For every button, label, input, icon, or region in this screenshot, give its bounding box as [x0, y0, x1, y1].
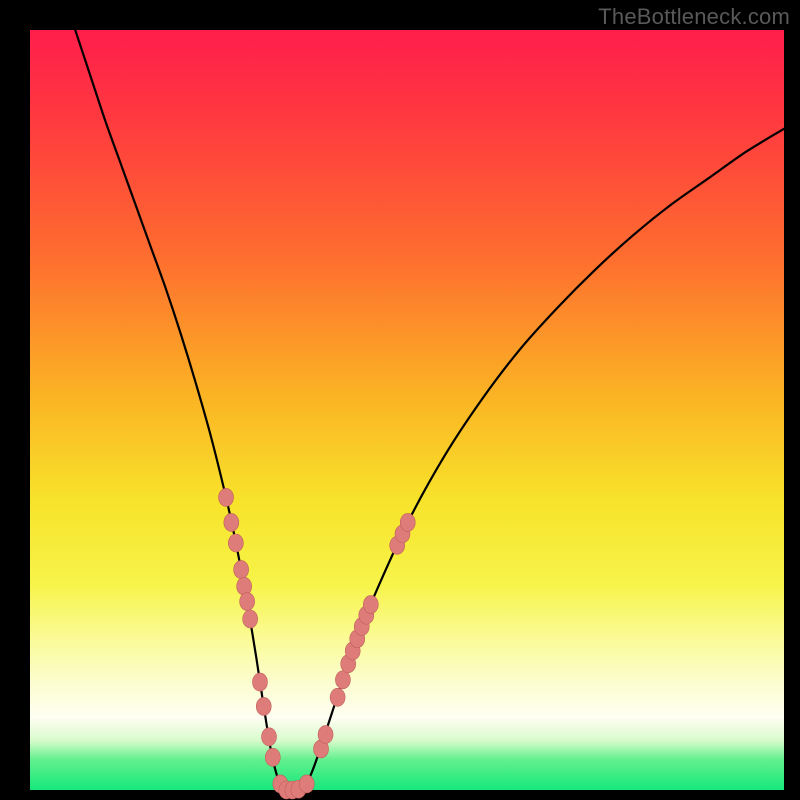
- curve-marker: [252, 673, 267, 691]
- chart-stage: TheBottleneck.com: [0, 0, 800, 800]
- curve-marker: [256, 697, 271, 715]
- curve-marker: [330, 688, 345, 706]
- curve-marker: [262, 728, 277, 746]
- curve-marker: [243, 610, 258, 628]
- curve-marker: [228, 534, 243, 552]
- bottleneck-chart: [0, 0, 800, 800]
- curve-marker: [224, 513, 239, 531]
- curve-marker: [299, 775, 314, 793]
- curve-marker: [400, 513, 415, 531]
- curve-marker: [240, 593, 255, 611]
- curve-marker: [234, 561, 249, 579]
- curve-marker: [363, 596, 378, 614]
- curve-marker: [335, 671, 350, 689]
- plot-background: [30, 30, 784, 790]
- curve-marker: [265, 748, 280, 766]
- curve-marker: [219, 488, 234, 506]
- curve-marker: [318, 726, 333, 744]
- watermark-text: TheBottleneck.com: [598, 4, 790, 30]
